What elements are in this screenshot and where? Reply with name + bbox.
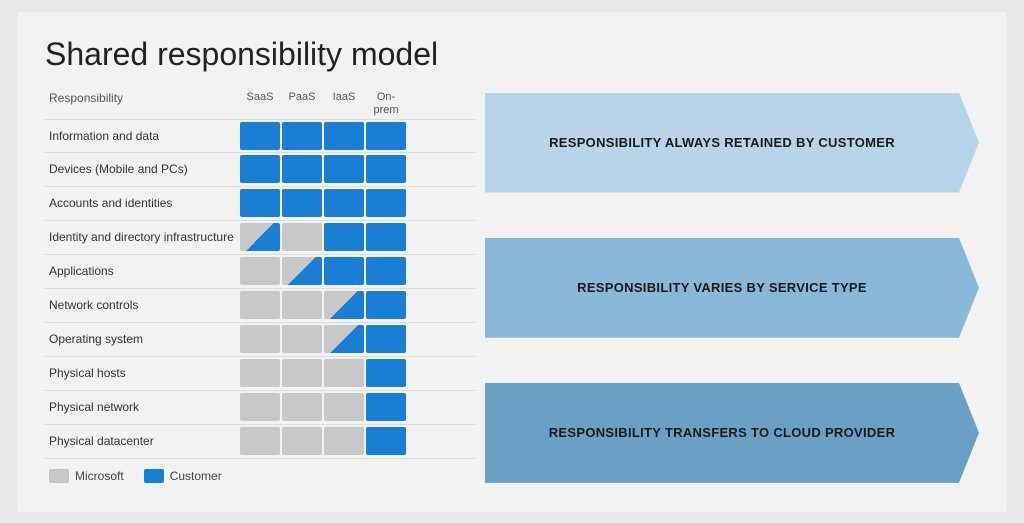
row-label: Network controls bbox=[45, 298, 240, 312]
col-paas: PaaS bbox=[282, 91, 322, 117]
legend-microsoft-label: Microsoft bbox=[75, 469, 124, 483]
legend-customer: Customer bbox=[144, 469, 222, 483]
cell bbox=[366, 223, 406, 251]
arrow-varies: RESPONSIBILITY VARIES BY SERVICE TYPE bbox=[485, 238, 979, 338]
arrows-area: RESPONSIBILITY ALWAYS RETAINED BY CUSTOM… bbox=[485, 91, 979, 483]
cell bbox=[324, 393, 364, 421]
cell bbox=[366, 189, 406, 217]
row-label: Applications bbox=[45, 264, 240, 278]
cell bbox=[324, 291, 364, 319]
arrow-customer-text: RESPONSIBILITY ALWAYS RETAINED BY CUSTOM… bbox=[549, 135, 895, 150]
row-cells bbox=[240, 291, 406, 319]
legend: Microsoft Customer bbox=[45, 469, 475, 483]
cell bbox=[282, 122, 322, 150]
col-saas: SaaS bbox=[240, 91, 280, 117]
cell bbox=[240, 359, 280, 387]
table-header: Responsibility SaaS PaaS IaaS On-prem bbox=[45, 91, 475, 117]
responsibility-header: Responsibility bbox=[45, 91, 240, 117]
row-cells bbox=[240, 359, 406, 387]
table-row: Devices (Mobile and PCs) bbox=[45, 153, 475, 187]
cell bbox=[366, 325, 406, 353]
cell bbox=[282, 155, 322, 183]
cell bbox=[366, 122, 406, 150]
cell bbox=[282, 291, 322, 319]
cell bbox=[366, 291, 406, 319]
cell bbox=[366, 427, 406, 455]
cell bbox=[282, 257, 322, 285]
cell bbox=[324, 359, 364, 387]
cell bbox=[324, 427, 364, 455]
table-row: Applications bbox=[45, 255, 475, 289]
cell bbox=[240, 393, 280, 421]
row-cells bbox=[240, 427, 406, 455]
cell bbox=[324, 257, 364, 285]
cell bbox=[240, 427, 280, 455]
slide: Shared responsibility model Responsibili… bbox=[17, 12, 1007, 512]
cell bbox=[282, 427, 322, 455]
col-onprem: On-prem bbox=[366, 91, 406, 117]
row-label: Identity and directory infrastructure bbox=[45, 230, 240, 244]
row-label: Physical network bbox=[45, 400, 240, 414]
cell bbox=[240, 291, 280, 319]
cell bbox=[240, 257, 280, 285]
cell bbox=[324, 189, 364, 217]
cell bbox=[366, 393, 406, 421]
cell bbox=[366, 257, 406, 285]
table-row: Identity and directory infrastructure bbox=[45, 221, 475, 255]
cell bbox=[324, 325, 364, 353]
cell bbox=[366, 359, 406, 387]
row-cells bbox=[240, 122, 406, 150]
table-row: Physical hosts bbox=[45, 357, 475, 391]
row-cells bbox=[240, 223, 406, 251]
arrow-varies-text: RESPONSIBILITY VARIES BY SERVICE TYPE bbox=[577, 280, 867, 295]
table-row: Physical network bbox=[45, 391, 475, 425]
slide-title: Shared responsibility model bbox=[45, 36, 979, 73]
row-label: Physical datacenter bbox=[45, 434, 240, 448]
row-label: Devices (Mobile and PCs) bbox=[45, 162, 240, 176]
cell bbox=[324, 122, 364, 150]
data-rows: Information and data Devices (Mobile and … bbox=[45, 119, 475, 459]
table-row: Accounts and identities bbox=[45, 187, 475, 221]
cell bbox=[282, 325, 322, 353]
table-area: Responsibility SaaS PaaS IaaS On-prem In… bbox=[45, 91, 475, 483]
arrow-provider-text: RESPONSIBILITY TRANSFERS TO CLOUD PROVID… bbox=[549, 425, 896, 440]
table-row: Physical datacenter bbox=[45, 425, 475, 459]
row-cells bbox=[240, 325, 406, 353]
legend-microsoft: Microsoft bbox=[49, 469, 124, 483]
cell bbox=[282, 223, 322, 251]
table-row: Information and data bbox=[45, 119, 475, 153]
table-row: Network controls bbox=[45, 289, 475, 323]
cell bbox=[240, 223, 280, 251]
cell bbox=[240, 122, 280, 150]
cell bbox=[282, 393, 322, 421]
row-label: Accounts and identities bbox=[45, 196, 240, 210]
cell bbox=[366, 155, 406, 183]
cell bbox=[240, 189, 280, 217]
row-label: Information and data bbox=[45, 129, 240, 143]
main-content: Responsibility SaaS PaaS IaaS On-prem In… bbox=[45, 91, 979, 483]
legend-microsoft-box bbox=[49, 469, 69, 483]
row-label: Physical hosts bbox=[45, 366, 240, 380]
cell bbox=[282, 359, 322, 387]
col-headers: SaaS PaaS IaaS On-prem bbox=[240, 91, 406, 117]
row-cells bbox=[240, 155, 406, 183]
col-iaas: IaaS bbox=[324, 91, 364, 117]
arrow-provider: RESPONSIBILITY TRANSFERS TO CLOUD PROVID… bbox=[485, 383, 979, 483]
cell bbox=[240, 155, 280, 183]
legend-customer-label: Customer bbox=[170, 469, 222, 483]
cell bbox=[324, 223, 364, 251]
cell bbox=[282, 189, 322, 217]
cell bbox=[240, 325, 280, 353]
legend-customer-box bbox=[144, 469, 164, 483]
row-cells bbox=[240, 393, 406, 421]
row-label: Operating system bbox=[45, 332, 240, 346]
row-cells bbox=[240, 257, 406, 285]
cell bbox=[324, 155, 364, 183]
arrow-customer: RESPONSIBILITY ALWAYS RETAINED BY CUSTOM… bbox=[485, 93, 979, 193]
table-row: Operating system bbox=[45, 323, 475, 357]
row-cells bbox=[240, 189, 406, 217]
